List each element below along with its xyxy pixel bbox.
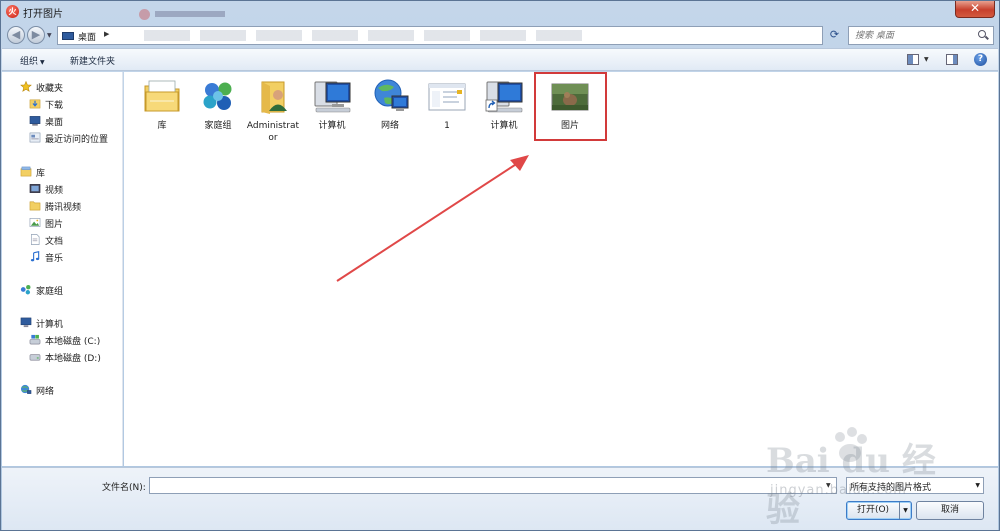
file-item[interactable]: 1 — [419, 78, 475, 132]
file-item[interactable]: 计算机 — [476, 78, 532, 132]
sidebar-item-label: 图片 — [45, 220, 64, 230]
file-name: 1 — [444, 121, 450, 131]
back-button[interactable]: ◀ — [7, 26, 25, 44]
computer-icon — [314, 81, 351, 113]
sidebar-item-label: 本地磁盘 (D:) — [45, 354, 101, 364]
desktop-icon — [62, 32, 74, 40]
library-icon — [20, 166, 32, 177]
search-input[interactable] — [855, 29, 973, 42]
file-item[interactable]: 家庭组 — [190, 78, 246, 132]
app-icon: 火 — [6, 5, 19, 18]
sidebar-item-label: 计算机 — [36, 320, 64, 330]
address-current[interactable]: 桌面 — [78, 30, 96, 43]
file-item[interactable]: 计算机 — [304, 78, 360, 132]
network-icon — [20, 384, 32, 394]
document-library-icon — [31, 234, 40, 245]
background-window-ghost — [139, 8, 239, 22]
star-icon — [20, 81, 32, 92]
chevron-down-icon: ▼ — [975, 482, 980, 489]
sidebar-item-label: 收藏夹 — [36, 84, 64, 94]
chevron-right-icon[interactable]: ▶ — [104, 30, 109, 38]
library-folder-icon — [144, 80, 180, 112]
homegroup-icon — [20, 285, 31, 295]
background-ghost-crumbs — [144, 30, 584, 41]
filename-label: 文件名(N): — [102, 483, 146, 493]
file-name: 计算机 — [318, 121, 346, 131]
folder-icon — [29, 201, 41, 211]
file-item[interactable]: 库 — [134, 78, 190, 132]
change-view-icon[interactable] — [907, 54, 919, 65]
sidebar-item-label: 库 — [36, 169, 46, 179]
sidebar-item-label: 网络 — [36, 387, 55, 397]
annotation-highlight-box — [534, 72, 607, 141]
music-icon — [30, 251, 40, 262]
sidebar-item-label: 桌面 — [45, 118, 64, 128]
sidebar-item-label: 下载 — [45, 101, 64, 111]
address-bar[interactable]: 桌面 ▶ ▼ — [57, 26, 873, 45]
picture-library-icon — [29, 218, 41, 227]
help-icon[interactable]: ? — [974, 53, 987, 66]
video-library-icon — [29, 184, 41, 193]
file-name-bar: 文件名(N): ▼ 所有支持的图片格式 ▼ 打开(O) ▼ 取消 — [2, 467, 998, 530]
recent-places-icon — [29, 132, 41, 143]
file-name: 计算机 — [490, 121, 518, 131]
organize-button[interactable]: 组织 ▼ — [20, 54, 45, 67]
file-name: Administrator — [246, 121, 300, 143]
window-title: 打开图片 — [23, 9, 63, 20]
file-type-select[interactable]: 所有支持的图片格式 ▼ — [846, 477, 984, 494]
preview-pane-icon[interactable] — [946, 54, 958, 65]
desktop-icon — [29, 116, 41, 126]
view-dropdown-icon[interactable]: ▼ — [924, 56, 929, 63]
sidebar-item-label: 视频 — [45, 186, 64, 196]
file-name: 网络 — [380, 121, 399, 131]
file-item[interactable]: Administrator — [246, 78, 302, 144]
homegroup-icon — [203, 82, 232, 110]
file-type-value: 所有支持的图片格式 — [850, 483, 932, 493]
file-item[interactable]: 网络 — [362, 78, 418, 132]
navigation-pane: 收藏夹 下载 桌面 最近访问的位置 库 视频 腾讯视频 图片 文档 音乐 家庭组… — [2, 72, 123, 466]
sidebar-item-label: 文档 — [45, 237, 64, 247]
sidebar-item-label: 腾讯视频 — [45, 203, 82, 213]
file-name: 家庭组 — [204, 121, 232, 131]
filename-input[interactable] — [149, 477, 837, 494]
forward-button[interactable]: ▶ — [27, 26, 45, 44]
chevron-down-icon: ▼ — [40, 59, 45, 66]
new-folder-button[interactable]: 新建文件夹 — [70, 54, 115, 67]
sidebar-item-label: 家庭组 — [36, 287, 64, 297]
system-drive-icon — [29, 334, 41, 345]
open-options-dropdown-icon[interactable]: ▼ — [899, 502, 911, 519]
computer-icon — [20, 317, 32, 328]
title-bar: 火 打开图片 ✕ — [1, 1, 999, 23]
sidebar-item-label: 本地磁盘 (C:) — [45, 337, 101, 347]
cancel-button[interactable]: 取消 — [916, 501, 984, 520]
sidebar-item-label: 音乐 — [45, 254, 64, 264]
sidebar-item-label: 最近访问的位置 — [45, 135, 109, 145]
refresh-button[interactable]: ⟳ — [827, 27, 842, 43]
command-toolbar: 组织 ▼ 新建文件夹 ▼ ? — [2, 48, 998, 71]
open-button[interactable]: 打开(O) ▼ — [846, 501, 912, 520]
recent-pages-dropdown-icon[interactable]: ▼ — [47, 32, 52, 39]
search-icon[interactable] — [978, 30, 989, 41]
navigation-bar: ◀ ▶ ▼ 桌面 ▶ ▼ ⟳ — [1, 23, 999, 47]
user-folder-icon — [261, 81, 287, 114]
computer-shortcut-icon — [485, 81, 523, 113]
search-box[interactable] — [848, 26, 994, 45]
network-globe-icon — [374, 79, 409, 111]
filename-dropdown-icon[interactable]: ▼ — [826, 482, 831, 489]
file-list-view: 库 家庭组 Administrator 计算机 网络 1 计算机 图片 — [124, 72, 998, 466]
document-thumbnail-icon — [428, 83, 466, 111]
close-button[interactable]: ✕ — [955, 1, 995, 18]
file-name: 库 — [157, 121, 167, 131]
hard-drive-icon — [29, 354, 41, 361]
download-folder-icon — [29, 99, 41, 109]
open-file-dialog: 火 打开图片 ✕ ◀ ▶ ▼ 桌面 ▶ ▼ ⟳ 组织▼ 新建文件夹 ▼ ? — [0, 0, 1000, 531]
